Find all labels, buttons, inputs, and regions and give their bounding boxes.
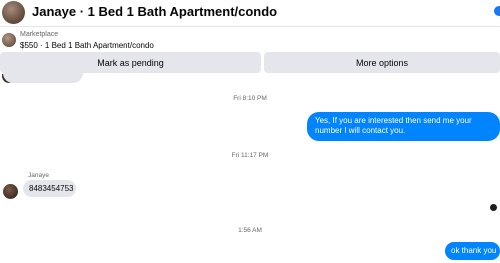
message-timestamp: Fri 8:10 PM xyxy=(233,95,267,102)
more-options-button[interactable]: More options xyxy=(264,52,500,73)
listing-thumbnail xyxy=(2,33,16,47)
sender-name: Janaye xyxy=(28,172,49,179)
listing-description: $550 · 1 Bed 1 Bath Apartment/condo xyxy=(20,41,154,50)
listing-section-label: Marketplace xyxy=(20,31,59,38)
outgoing-message[interactable]: ok thank you xyxy=(445,242,500,260)
message-timestamp: 1:56 AM xyxy=(238,227,262,234)
conversation-header: Janaye · 1 Bed 1 Bath Apartment/condo xyxy=(0,0,500,27)
message-timestamp: Fri 11:17 PM xyxy=(231,152,269,159)
conversation-title[interactable]: Janaye · 1 Bed 1 Bath Apartment/condo xyxy=(32,4,277,19)
sender-avatar[interactable] xyxy=(3,184,18,199)
previous-message-bubble xyxy=(3,68,83,83)
incoming-message[interactable]: 8483454753 xyxy=(23,180,76,197)
outgoing-message[interactable]: Yes, If you are interested then send me … xyxy=(307,112,500,141)
read-receipt-icon xyxy=(490,204,497,211)
contact-avatar[interactable] xyxy=(2,1,25,24)
header-status-dot xyxy=(494,6,500,16)
marketplace-listing[interactable]: Marketplace $550 · 1 Bed 1 Bath Apartmen… xyxy=(0,28,500,52)
